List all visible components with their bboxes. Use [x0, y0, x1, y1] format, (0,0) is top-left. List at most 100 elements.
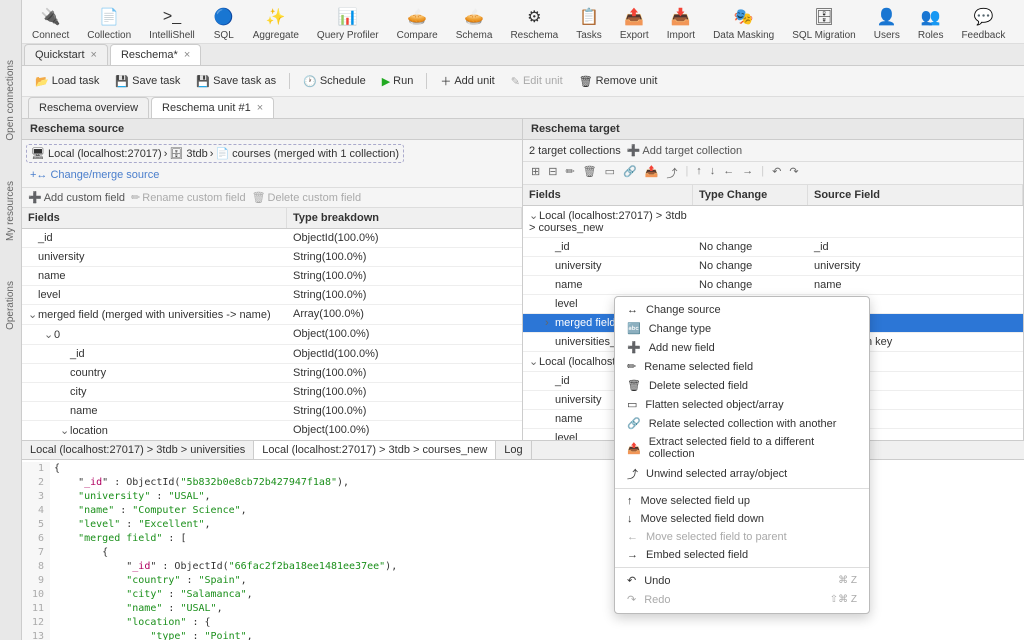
table-row[interactable]: ⌄locationObject(100.0%)	[22, 421, 522, 440]
menu-item-redo: ↷Redo⇧⌘ Z	[615, 590, 869, 609]
source-col-type[interactable]: Type breakdown	[287, 208, 522, 228]
add-unit-button[interactable]: ＋Add unit	[433, 70, 501, 92]
toolbar-data-masking[interactable]: 🎭Data Masking	[713, 6, 774, 41]
toolbar-feedback[interactable]: 💬Feedback	[961, 6, 1005, 41]
load-task-button[interactable]: 📂Load task	[28, 72, 106, 91]
source-grid: _idObjectId(100.0%)universityString(100.…	[22, 229, 522, 440]
close-icon[interactable]: ×	[257, 102, 263, 114]
toolbar-import[interactable]: 📥Import	[667, 6, 695, 41]
toolbar-aggregate[interactable]: ✨Aggregate	[253, 6, 299, 41]
menu-item-flatten-selected-object/array[interactable]: ▭Flatten selected object/array	[615, 395, 869, 414]
table-row[interactable]: _idObjectId(100.0%)	[22, 229, 522, 248]
bottom-tab[interactable]: Log	[496, 441, 531, 459]
undo-icon[interactable]: ↶	[770, 165, 783, 181]
save-task-button[interactable]: 💾Save task	[108, 72, 187, 91]
add-target-collection-button[interactable]: ➕Add target collection	[627, 144, 742, 157]
tool-icon[interactable]: 🗑	[581, 165, 599, 181]
source-col-fields[interactable]: Fields	[22, 208, 287, 228]
toolbar-intellishell[interactable]: >_IntelliShell	[149, 6, 195, 41]
tool-icon[interactable]: 📤	[643, 165, 661, 181]
move-right-icon[interactable]: →	[740, 165, 755, 181]
save-task-as-button[interactable]: 💾Save task as	[189, 72, 283, 91]
toolbar-sql[interactable]: 🔵SQL	[213, 6, 235, 41]
menu-item-delete-selected-field[interactable]: 🗑Delete selected field	[615, 376, 869, 395]
tab-quickstart[interactable]: Quickstart×	[24, 44, 108, 65]
tool-icon[interactable]: ⊞	[529, 165, 542, 181]
bottom-tab[interactable]: Local (localhost:27017) > 3tdb > courses…	[254, 441, 496, 459]
toolbar-sql-migration[interactable]: 🗄SQL Migration	[792, 6, 856, 41]
tool-icon[interactable]: ⊟	[546, 165, 559, 181]
intellishell-icon: >_	[161, 6, 183, 28]
open-connections-tab[interactable]: Open connections	[5, 60, 16, 141]
tool-icon[interactable]: ▭	[603, 165, 617, 181]
remove-unit-button[interactable]: 🗑Remove unit	[572, 72, 665, 91]
tool-icon[interactable]: ⤴	[664, 165, 679, 181]
table-row[interactable]: cityString(100.0%)	[22, 383, 522, 402]
menu-item-unwind-selected-array/object[interactable]: ⤴Unwind selected array/object	[615, 463, 869, 485]
table-row[interactable]: ⌄0Object(100.0%)	[22, 325, 522, 345]
target-col-fields[interactable]: Fields	[523, 185, 693, 205]
table-row[interactable]: nameNo changename	[523, 276, 1023, 295]
menu-item-move-selected-field-to-parent: ←Move selected field to parent	[615, 528, 869, 546]
unit-tab[interactable]: Reschema unit #1×	[151, 97, 274, 118]
toolbar-collection[interactable]: 📄Collection	[87, 6, 131, 41]
unit-tab[interactable]: Reschema overview	[28, 97, 149, 118]
tool-icon[interactable]: ✏	[563, 165, 576, 181]
toolbar-export[interactable]: 📤Export	[620, 6, 649, 41]
table-row[interactable]: ⌄Local (localhost:27017) > 3tdb > course…	[523, 206, 1023, 238]
bottom-tab[interactable]: Local (localhost:27017) > 3tdb > univers…	[22, 441, 254, 459]
source-pane: Reschema source 🖥 Local (localhost:27017…	[22, 119, 523, 440]
menu-item-change-source[interactable]: ↔Change source	[615, 301, 869, 319]
edit-unit-button[interactable]: ✎Edit unit	[504, 72, 570, 91]
toolbar-users[interactable]: 👤Users	[874, 6, 900, 41]
menu-item-extract-selected-field-to-a-different-collection[interactable]: 📤Extract selected field to a different c…	[615, 433, 869, 463]
table-row[interactable]: levelString(100.0%)	[22, 286, 522, 305]
source-breadcrumb[interactable]: 🖥 Local (localhost:27017) › 🗄 3tdb › 📄 c…	[26, 144, 404, 163]
menu-icon: ↶	[627, 574, 636, 587]
menu-item-move-selected-field-down[interactable]: ↓Move selected field down	[615, 510, 869, 528]
target-col-source[interactable]: Source Field	[808, 185, 1023, 205]
menu-item-change-type[interactable]: 🔤Change type	[615, 319, 869, 338]
add-custom-field-button[interactable]: ➕Add custom field	[28, 191, 125, 204]
table-row[interactable]: nameString(100.0%)	[22, 267, 522, 286]
menu-item-move-selected-field-up[interactable]: ↑Move selected field up	[615, 492, 869, 510]
menu-item-undo[interactable]: ↶Undo⌘ Z	[615, 571, 869, 590]
menu-icon: 🗑	[627, 379, 641, 392]
toolbar-schema[interactable]: 🥧Schema	[456, 6, 493, 41]
operations-tab[interactable]: Operations	[5, 281, 16, 330]
toolbar-connect[interactable]: 🔌Connect	[32, 6, 69, 41]
toolbar-reschema[interactable]: ⚙Reschema	[510, 6, 558, 41]
toolbar-query-profiler[interactable]: 📊Query Profiler	[317, 6, 379, 41]
change-merge-source-button[interactable]: +↔ Change/merge source	[26, 167, 163, 183]
delete-custom-field-button[interactable]: 🗑Delete custom field	[252, 191, 362, 204]
schedule-button[interactable]: 🕐Schedule	[296, 72, 373, 91]
close-icon[interactable]: ×	[91, 49, 97, 61]
tab-reschema[interactable]: Reschema*×	[110, 44, 201, 65]
toolbar-tasks[interactable]: 📋Tasks	[576, 6, 602, 41]
menu-item-embed-selected-field[interactable]: →Embed selected field	[615, 546, 869, 564]
close-icon[interactable]: ×	[184, 49, 190, 61]
table-row[interactable]: ⌄merged field (merged with universities …	[22, 305, 522, 325]
toolbar-compare[interactable]: 🥧Compare	[397, 6, 438, 41]
table-row[interactable]: universityNo changeuniversity	[523, 257, 1023, 276]
table-row[interactable]: universityString(100.0%)	[22, 248, 522, 267]
target-col-change[interactable]: Type Change	[693, 185, 808, 205]
toolbar-roles[interactable]: 👥Roles	[918, 6, 944, 41]
my-resources-tab[interactable]: My resources	[5, 181, 16, 241]
run-button[interactable]: ▶Run	[375, 72, 421, 91]
table-row[interactable]: countryString(100.0%)	[22, 364, 522, 383]
move-up-icon[interactable]: ↑	[694, 165, 704, 181]
target-count: 2 target collections	[529, 145, 621, 157]
redo-icon[interactable]: ↷	[787, 165, 800, 181]
rename-custom-field-button[interactable]: ✏Rename custom field	[131, 191, 246, 204]
table-row[interactable]: _idObjectId(100.0%)	[22, 345, 522, 364]
code-viewer[interactable]: 1{2 "_id" : ObjectId("5b832b0e8cb72b4279…	[22, 460, 1024, 640]
menu-item-add-new-field[interactable]: ➕Add new field	[615, 338, 869, 357]
move-left-icon[interactable]: ←	[721, 165, 736, 181]
menu-item-rename-selected-field[interactable]: ✏Rename selected field	[615, 357, 869, 376]
move-down-icon[interactable]: ↓	[708, 165, 718, 181]
table-row[interactable]: _idNo change_id	[523, 238, 1023, 257]
menu-item-relate-selected-collection-with-another[interactable]: 🔗Relate selected collection with another	[615, 414, 869, 433]
tool-icon[interactable]: 🔗	[621, 165, 639, 181]
table-row[interactable]: nameString(100.0%)	[22, 402, 522, 421]
